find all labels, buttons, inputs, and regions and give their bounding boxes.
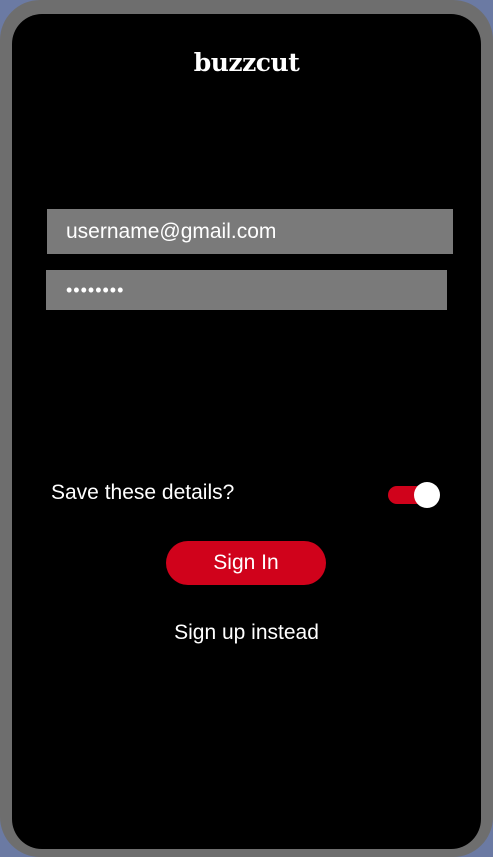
sign-in-label: Sign In bbox=[213, 551, 279, 574]
app-screen: buzzcut username@gmail.com •••••••• Save… bbox=[12, 14, 481, 849]
app-logo-title: buzzcut bbox=[193, 48, 300, 77]
sign-up-link[interactable]: Sign up instead bbox=[12, 621, 481, 645]
sign-in-button[interactable]: Sign In bbox=[166, 541, 326, 585]
save-details-toggle[interactable] bbox=[388, 480, 442, 510]
toggle-knob bbox=[414, 482, 440, 508]
email-value: username@gmail.com bbox=[66, 219, 277, 243]
password-value: •••••••• bbox=[66, 279, 125, 300]
device-frame: buzzcut username@gmail.com •••••••• Save… bbox=[0, 0, 493, 857]
email-field[interactable]: username@gmail.com bbox=[47, 209, 453, 254]
save-details-label: Save these details? bbox=[51, 481, 235, 504]
password-field[interactable]: •••••••• bbox=[46, 270, 447, 310]
